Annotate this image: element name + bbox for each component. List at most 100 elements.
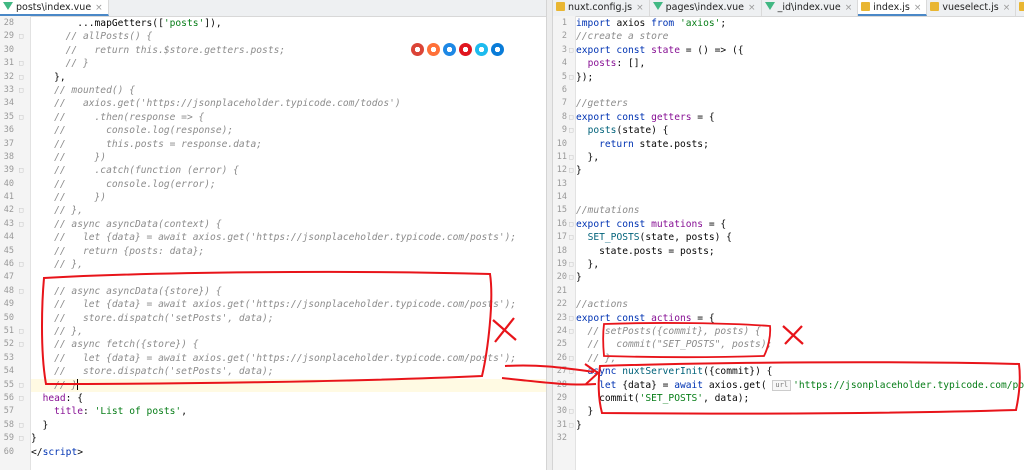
chrome-icon[interactable] [411, 43, 424, 56]
code-token: {data} = [622, 379, 675, 391]
line-number: 34 [3, 98, 14, 109]
tab-right_tabs-5[interactable]: scrollto.js× [1016, 0, 1024, 16]
fold-marker-icon[interactable]: □ [569, 365, 573, 378]
fold-marker-icon[interactable]: □ [19, 30, 23, 43]
fold-marker-icon[interactable]: □ [569, 218, 573, 231]
fold-marker-icon[interactable]: □ [19, 338, 23, 351]
fold-marker-icon[interactable]: □ [19, 204, 23, 217]
line-number: 35 [3, 111, 14, 122]
code-token: // this.posts = response.data; [31, 138, 263, 150]
fold-marker-icon[interactable]: □ [569, 111, 573, 124]
fold-marker-icon[interactable]: □ [569, 419, 573, 432]
code-token: //actions [576, 299, 628, 311]
fold-marker-icon[interactable]: □ [569, 312, 573, 325]
fold-marker-icon[interactable]: □ [19, 84, 23, 97]
close-icon[interactable]: × [1003, 3, 1011, 13]
line-number-row: 54 [0, 365, 30, 378]
fold-marker-icon[interactable]: □ [569, 405, 573, 418]
safari-icon[interactable] [443, 43, 456, 56]
code-line: //getters [576, 97, 1024, 110]
fold-marker-icon[interactable]: □ [19, 285, 23, 298]
fold-marker-icon[interactable]: □ [19, 325, 23, 338]
code-token: await [674, 379, 709, 391]
line-number: 59 [3, 433, 14, 444]
fold-marker-icon[interactable]: □ [569, 352, 573, 365]
code-token: 'axios' [679, 18, 721, 29]
tab-right_tabs-2[interactable]: _id\index.vue × [762, 0, 859, 16]
line-number: 30 [3, 44, 14, 55]
opera-icon[interactable] [459, 43, 472, 56]
tab-right_tabs-4[interactable]: vueselect.js × [927, 0, 1017, 16]
line-number-row: 27 □ [553, 365, 575, 378]
line-number-row: 28 [553, 379, 575, 392]
close-icon[interactable]: × [636, 3, 644, 13]
tab-left_tabs-0[interactable]: posts\index.vue × [0, 0, 109, 16]
fold-marker-icon[interactable]: □ [569, 271, 573, 284]
fold-marker-icon[interactable]: □ [569, 124, 573, 137]
fold-marker-icon[interactable]: □ [19, 164, 23, 177]
fold-marker-icon[interactable]: □ [569, 325, 573, 338]
left-code-area[interactable]: ...mapGetters(['posts']), // allPosts() … [31, 17, 546, 470]
fold-marker-icon[interactable]: □ [19, 392, 23, 405]
left-tab-bar: posts\index.vue × [0, 0, 546, 17]
line-number: 33 [3, 84, 14, 95]
line-number: 54 [3, 366, 14, 377]
line-number: 40 [3, 178, 14, 189]
close-icon[interactable]: × [95, 3, 103, 13]
code-token: commit( [576, 392, 640, 404]
browser-preview-icons [411, 43, 504, 56]
code-line: </script> [31, 446, 546, 459]
code-token: nuxtServerInit [622, 366, 704, 378]
ie-icon[interactable] [475, 43, 488, 56]
code-token: // async asyncData({store}) { [31, 285, 222, 297]
code-line: // store.dispatch('setPosts', data); [31, 312, 546, 325]
fold-marker-icon[interactable]: □ [19, 218, 23, 231]
fold-marker-icon[interactable]: □ [19, 258, 23, 271]
line-number: 25 [556, 339, 567, 350]
close-icon[interactable]: × [845, 3, 853, 13]
fold-marker-icon[interactable]: □ [19, 111, 23, 124]
line-number-row: 25 [553, 338, 575, 351]
fold-marker-icon[interactable]: □ [569, 71, 573, 84]
code-line: // async fetch({store}) { [31, 338, 546, 351]
code-token: ({commit}) { [703, 366, 773, 378]
line-number-row: 58 □ [0, 419, 30, 432]
edge-icon[interactable] [491, 43, 504, 56]
tab-label: vueselect.js [942, 2, 999, 13]
line-number-row: 33 □ [0, 84, 30, 97]
fold-marker-icon[interactable]: □ [19, 379, 23, 392]
right-code-area[interactable]: import axios from 'axios';//create a sto… [576, 17, 1024, 470]
line-number-row: 16 □ [553, 218, 575, 231]
close-icon[interactable]: × [914, 3, 922, 13]
line-number-row: 49 [0, 298, 30, 311]
tab-right_tabs-3[interactable]: index.js × [858, 0, 928, 16]
code-line: export const getters = { [576, 111, 1024, 124]
fold-marker-icon[interactable]: □ [569, 151, 573, 164]
fold-marker-icon[interactable]: □ [569, 231, 573, 244]
line-number: 16 [556, 218, 567, 229]
firefox-icon[interactable] [427, 43, 440, 56]
code-line: }, [576, 258, 1024, 271]
fold-marker-icon[interactable]: □ [19, 57, 23, 70]
fold-marker-icon[interactable]: □ [569, 258, 573, 271]
fold-marker-icon[interactable]: □ [19, 71, 23, 84]
close-icon[interactable]: × [748, 3, 756, 13]
code-line: // let {data} = await axios.get('https:/… [31, 231, 546, 244]
fold-marker-icon[interactable]: □ [19, 419, 23, 432]
line-number: 14 [556, 192, 567, 203]
code-token: posts [587, 125, 617, 137]
tab-right_tabs-1[interactable]: pages\index.vue × [650, 0, 762, 16]
fold-marker-icon[interactable]: □ [569, 44, 573, 57]
fold-marker-icon[interactable]: □ [19, 432, 23, 445]
code-token: // } [31, 379, 78, 391]
code-token: export const [576, 44, 652, 56]
tab-right_tabs-0[interactable]: nuxt.config.js × [553, 0, 650, 16]
editor-split-divider[interactable] [546, 0, 553, 470]
fold-marker-icon[interactable]: □ [569, 164, 573, 177]
line-number-row: 20 □ [553, 271, 575, 284]
code-token: title [54, 406, 83, 418]
line-number-row: 13 [553, 178, 575, 191]
code-token: = { [691, 111, 715, 123]
code-token: let [576, 379, 623, 391]
